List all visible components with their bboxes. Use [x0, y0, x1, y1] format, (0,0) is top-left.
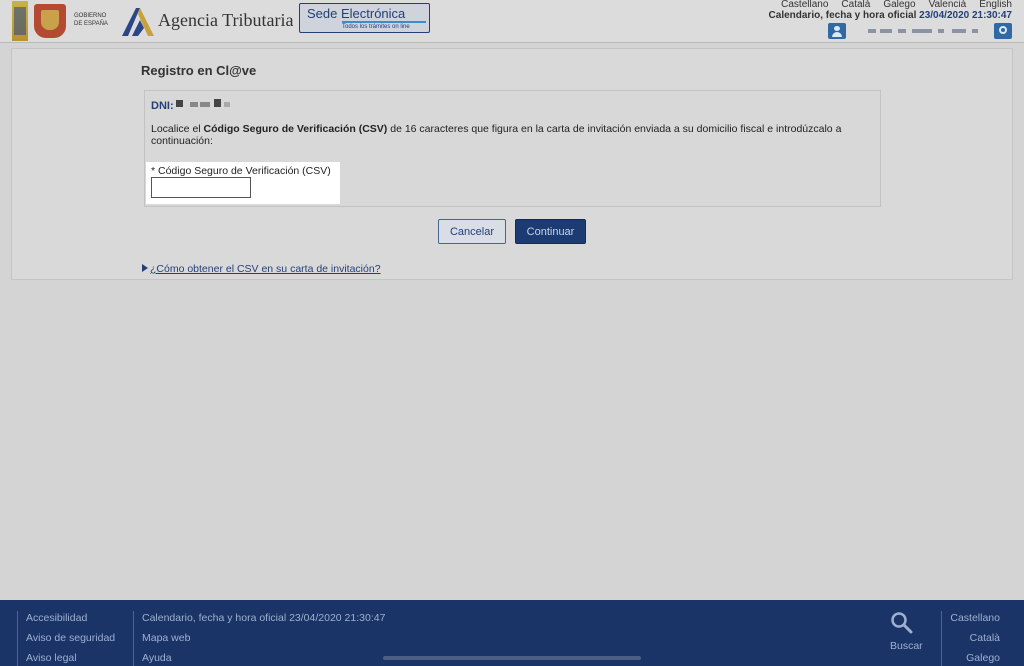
arrow-right-icon — [142, 264, 148, 272]
language-selector: Castellano Català Galego Valencià English — [768, 0, 1012, 10]
search-icon[interactable] — [890, 611, 914, 635]
lang-castellano[interactable]: Castellano — [781, 0, 828, 10]
footer-separator — [941, 611, 942, 666]
csv-input[interactable] — [151, 177, 251, 198]
footer-link-mapa-web[interactable]: Mapa web — [142, 632, 190, 644]
dni-label: DNI: — [151, 100, 174, 112]
eu-flag-emblem — [12, 1, 28, 41]
user-id-redacted — [856, 25, 986, 37]
csv-term: Código Seguro de Verificación (CSV) — [203, 123, 388, 135]
continue-button[interactable]: Continuar — [515, 219, 586, 244]
footer-separator — [133, 611, 134, 666]
sede-electronica-logo[interactable]: Sede Electrónica Todos los trámites on l… — [299, 3, 430, 33]
sede-underline — [342, 21, 426, 23]
footer-lang-castellano[interactable]: Castellano — [950, 612, 1000, 624]
home-indicator-bar — [383, 656, 641, 660]
datetime-value: 23/04/2020 21:30:47 — [919, 10, 1012, 21]
csv-label: * Código Seguro de Verificación (CSV) — [151, 165, 331, 177]
sede-title: Sede Electrónica — [307, 6, 406, 21]
sede-subtitle: Todos los trámites on line — [342, 24, 410, 30]
footer-separator — [17, 611, 18, 666]
footer-lang-galego[interactable]: Galego — [966, 652, 1000, 664]
logout-icon[interactable] — [994, 23, 1012, 39]
aeat-logo-icon — [122, 8, 154, 36]
csv-field-group: * Código Seguro de Verificación (CSV) — [146, 162, 340, 204]
footer-link-aviso-seguridad[interactable]: Aviso de seguridad — [26, 632, 115, 644]
footer-link-accesibilidad[interactable]: Accesibilidad — [26, 612, 87, 624]
page-title: Registro en Cl@ve — [141, 63, 257, 78]
agency-name: Agencia Tributaria — [158, 10, 294, 30]
official-datetime[interactable]: Calendario, fecha y hora oficial 23/04/2… — [769, 10, 1012, 21]
gobierno-de-espana-logo[interactable]: GOBIERNO DE ESPAÑA — [12, 1, 112, 41]
lang-english[interactable]: English — [979, 0, 1012, 10]
lang-galego[interactable]: Galego — [883, 0, 915, 10]
instructions-text: Localice el Código Seguro de Verificació… — [151, 123, 842, 147]
lang-valencia[interactable]: Valencià — [929, 0, 967, 10]
search-label[interactable]: Buscar — [890, 640, 923, 652]
agencia-tributaria-logo[interactable]: Agencia Tributaria — [120, 4, 296, 38]
gov-logo-text: GOBIERNO DE ESPAÑA — [74, 13, 108, 27]
user-icon[interactable] — [828, 23, 846, 39]
csv-help-link[interactable]: ¿Cómo obtener el CSV en su carta de invi… — [142, 263, 381, 275]
footer-link-calendario[interactable]: Calendario, fecha y hora oficial 23/04/2… — [142, 612, 385, 624]
lang-catala[interactable]: Català — [841, 0, 870, 10]
site-header: GOBIERNO DE ESPAÑA Agencia Tributaria Se… — [0, 0, 1024, 43]
cancel-button[interactable]: Cancelar — [438, 219, 506, 244]
footer-link-aviso-legal[interactable]: Aviso legal — [26, 652, 77, 664]
datetime-label: Calendario, fecha y hora oficial — [768, 10, 917, 21]
dni-value-redacted — [176, 98, 236, 108]
coat-of-arms-icon — [34, 4, 66, 38]
footer-lang-catala[interactable]: Català — [970, 632, 1000, 644]
footer-link-ayuda[interactable]: Ayuda — [142, 652, 172, 664]
